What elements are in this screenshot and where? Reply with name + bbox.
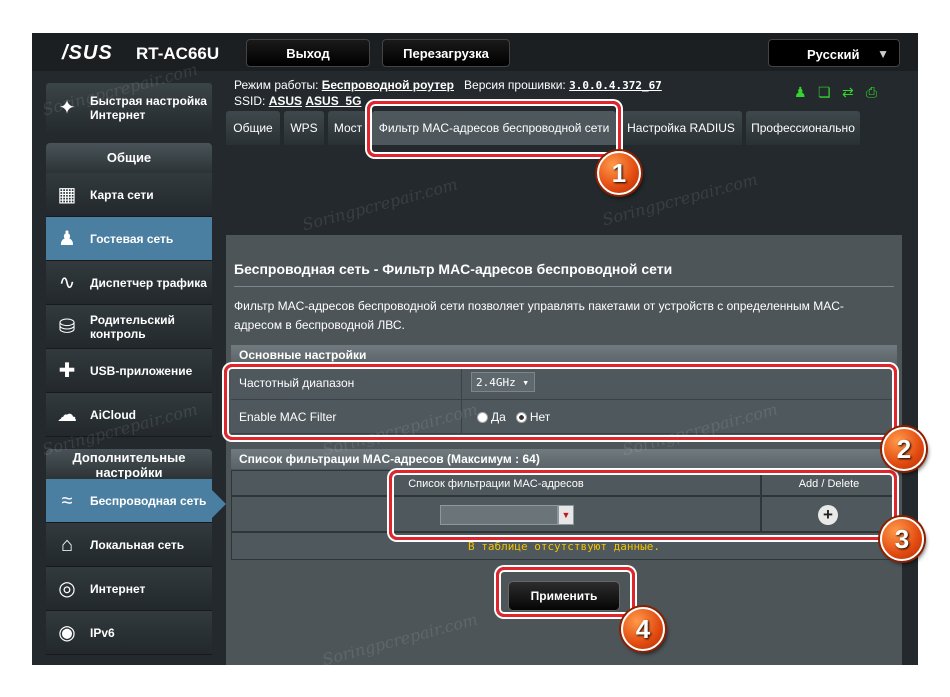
lan-status-icon[interactable]: ❏ — [818, 84, 836, 100]
basic-settings-header: Основные настройки — [231, 345, 897, 365]
ssid-2g[interactable]: ASUS — [269, 94, 302, 108]
ipv6-icon: ◉ — [58, 621, 76, 644]
logout-button[interactable]: Выход — [246, 39, 370, 67]
printer-status-icon[interactable]: ⎙ — [866, 84, 884, 100]
highlight-basic-settings — [224, 364, 897, 440]
ssid-label: SSID: — [234, 94, 266, 108]
wifi-icon: ≈ — [61, 489, 73, 512]
traffic-icon: ∿ — [58, 271, 76, 294]
highlight-mac-table — [389, 470, 897, 540]
sidebar-item-label: USB-приложение — [90, 363, 193, 378]
sidebar-item-ipv6[interactable]: ◉ IPv6 — [46, 611, 212, 655]
sidebar-item-label: Родительский контроль — [90, 312, 175, 341]
sidebar-item-wireless[interactable]: ≈ Беспроводная сеть — [46, 479, 212, 523]
sidebar-item-label: Локальная сеть — [90, 537, 185, 552]
no-data-message: В таблице отсутствуют данные. — [467, 540, 661, 553]
home-icon: ⌂ — [60, 533, 74, 556]
step-badge-1: 1 — [597, 151, 641, 195]
firmware-label: Версия прошивки: — [464, 78, 566, 92]
status-icons: ♟ ❏ ⇄ ⎙ — [794, 84, 890, 102]
sidebar-item-label: Интернет — [90, 581, 146, 596]
sidebar-item-traffic-manager[interactable]: ∿ Диспетчер трафика — [46, 261, 212, 305]
sidebar-item-label: IPv6 — [90, 625, 115, 640]
step-badge-3: 3 — [880, 517, 924, 561]
page-title: Беспроводная сеть - Фильтр MAC-адресов б… — [234, 261, 673, 277]
sidebar-item-label: Беспроводная сеть — [90, 493, 207, 508]
tab-bridge[interactable]: Мост — [328, 111, 368, 145]
sidebar-item-label: Диспетчер трафика — [90, 275, 207, 290]
ssid-5g[interactable]: ASUS_5G — [305, 94, 361, 108]
lock-icon: ⛁ — [58, 315, 76, 338]
usb-status-icon[interactable]: ⇄ — [842, 84, 860, 100]
highlight-apply — [496, 567, 635, 617]
tab-wps[interactable]: WPS — [284, 111, 324, 145]
tab-general[interactable]: Общие — [226, 111, 280, 145]
page-description: Фильтр MAC-адресов беспроводной сети поз… — [234, 299, 844, 332]
sidebar-item-network-map[interactable]: ▦ Карта сети — [46, 173, 212, 217]
highlight-tab-mac-filter — [367, 101, 621, 157]
asus-logo: /SUS — [62, 42, 113, 64]
general-section-header: Общие — [46, 143, 212, 173]
sidebar-item-guest-network[interactable]: ♟ Гостевая сеть — [46, 217, 212, 261]
mode-label: Режим работы: — [234, 78, 319, 92]
network-map-icon: ▦ — [57, 183, 77, 206]
tab-radius[interactable]: Настройка RADIUS — [620, 111, 742, 145]
language-select[interactable]: Русский ▼ — [768, 39, 900, 67]
sidebar-item-internet[interactable]: ◎ Интернет — [46, 567, 212, 611]
advanced-section-header: Дополнительные настройки — [46, 449, 212, 480]
firmware-value[interactable]: 3.0.0.4.372_67 — [569, 79, 662, 92]
guest-network-icon: ♟ — [58, 227, 76, 250]
puzzle-icon: ✚ — [58, 359, 76, 382]
globe-icon: ◎ — [58, 577, 76, 600]
top-bar: /SUS RT-AC66U Выход Перезагрузка Русский… — [32, 33, 918, 71]
client-status-icon[interactable]: ♟ — [794, 84, 812, 100]
sidebar-item-label: Гостевая сеть — [90, 231, 174, 246]
title-divider — [234, 286, 894, 287]
model-name: RT-AC66U — [136, 44, 220, 63]
active-item-pointer — [212, 490, 226, 518]
reboot-button[interactable]: Перезагрузка — [382, 39, 510, 67]
mode-value[interactable]: Беспроводной роутер — [322, 78, 454, 92]
step-badge-2: 2 — [882, 427, 926, 471]
sidebar-item-usb-app[interactable]: ✚ USB-приложение — [46, 349, 212, 393]
tab-professional[interactable]: Профессионально — [746, 111, 860, 145]
sidebar-item-label: Карта сети — [90, 187, 154, 202]
step-badge-4: 4 — [621, 607, 665, 651]
sidebar-item-parental-control[interactable]: ⛁ Родительский контроль — [46, 305, 212, 349]
language-value: Русский — [807, 47, 860, 62]
cloud-icon: ☁ — [57, 403, 77, 426]
sidebar-item-lan[interactable]: ⌂ Локальная сеть — [46, 523, 212, 567]
chevron-down-icon: ▼ — [877, 47, 889, 61]
ssid-line: SSID: ASUS ASUS_5G — [234, 94, 361, 108]
operation-mode-line: Режим работы: Беспроводной роутер Версия… — [234, 78, 662, 92]
